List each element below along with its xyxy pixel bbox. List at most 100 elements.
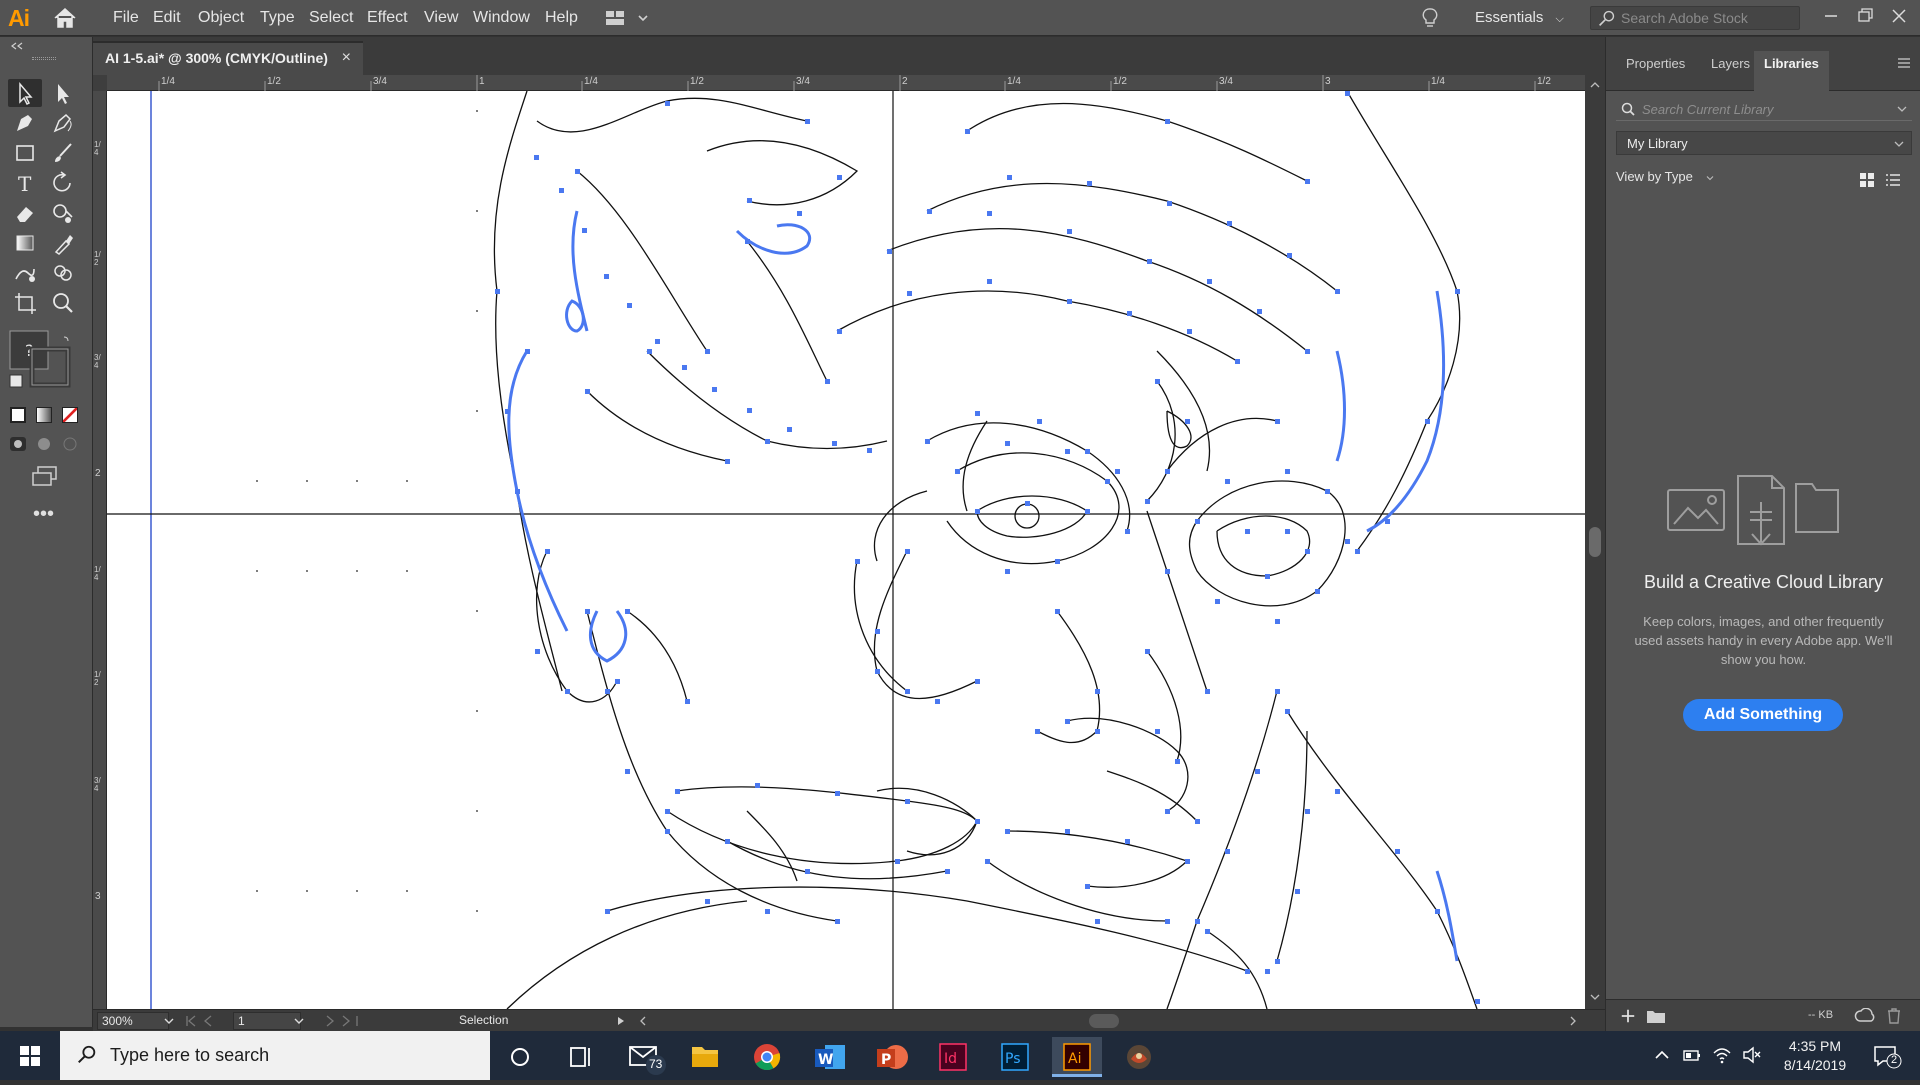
anchor-points[interactable]: [495, 91, 1480, 1004]
trash-icon[interactable]: [1886, 1007, 1902, 1025]
pen-tool-icon[interactable]: [8, 109, 42, 137]
scroll-up-icon[interactable]: [1585, 79, 1605, 91]
grid-view-icon[interactable]: [1858, 171, 1876, 189]
artboard-nav-next-icon[interactable]: [313, 1013, 363, 1029]
chrome-icon[interactable]: [742, 1037, 792, 1077]
scroll-left-icon[interactable]: [637, 1015, 649, 1027]
home-icon[interactable]: [52, 6, 78, 30]
horizontal-ruler[interactable]: 1/4 1/2 3/4 1 1/4 1/2 3/4 2 1/4 1/2 3/4 …: [107, 75, 1585, 91]
tab-libraries[interactable]: Libraries: [1754, 51, 1829, 91]
artboard-tool-icon[interactable]: [8, 289, 42, 317]
mail-icon[interactable]: 73: [620, 1037, 670, 1077]
screen-mode-icon[interactable]: [30, 465, 60, 487]
vertical-scroll-thumb[interactable]: [1589, 527, 1601, 557]
rotate-tool-icon[interactable]: [46, 169, 80, 197]
game-icon[interactable]: [1114, 1037, 1164, 1077]
menu-select[interactable]: Select: [309, 0, 353, 36]
add-something-button[interactable]: Add Something: [1683, 699, 1843, 731]
folder-icon[interactable]: [1646, 1008, 1666, 1024]
chevron-down-icon[interactable]: [1894, 101, 1910, 117]
close-window-icon[interactable]: [1886, 4, 1912, 28]
zoom-level-field[interactable]: 300%: [97, 1012, 169, 1030]
illustrator-icon[interactable]: Ai: [1052, 1037, 1102, 1077]
stock-search-box[interactable]: [1590, 6, 1800, 30]
list-view-icon[interactable]: [1884, 171, 1902, 189]
arrange-documents-icon[interactable]: [605, 8, 653, 28]
tab-layers[interactable]: Layers: [1701, 51, 1760, 91]
add-icon[interactable]: [1620, 1008, 1636, 1024]
paintbrush-tool-icon[interactable]: [46, 139, 80, 167]
artboard-dropdown-icon[interactable]: [291, 1013, 307, 1029]
zoom-dropdown-icon[interactable]: [161, 1013, 177, 1029]
stock-search-input[interactable]: [1621, 9, 1791, 27]
menu-help[interactable]: Help: [545, 0, 578, 36]
none-fill-button[interactable]: [62, 407, 78, 423]
library-search-box[interactable]: [1616, 97, 1912, 121]
menu-effect[interactable]: Effect: [367, 0, 408, 36]
library-select[interactable]: My Library: [1616, 131, 1912, 155]
library-search-input[interactable]: [1642, 99, 1882, 119]
type-tool-icon[interactable]: T: [8, 169, 42, 197]
gradient-tool-icon[interactable]: [8, 229, 42, 257]
word-icon[interactable]: W: [805, 1037, 855, 1077]
shape-builder-tool-icon[interactable]: [46, 259, 80, 287]
volume-muted-icon[interactable]: [1742, 1045, 1762, 1065]
draw-mode-icon[interactable]: [10, 435, 80, 453]
toolbar-grip[interactable]: [32, 57, 56, 60]
horizontal-scroll-thumb[interactable]: [1089, 1014, 1119, 1028]
indesign-icon[interactable]: Id: [928, 1037, 978, 1077]
menu-file[interactable]: File: [113, 0, 139, 36]
scroll-right-icon[interactable]: [1567, 1015, 1579, 1027]
zoom-tool-icon[interactable]: [46, 289, 80, 317]
show-hidden-icons-icon[interactable]: [1652, 1045, 1672, 1065]
status-menu-icon[interactable]: [615, 1015, 627, 1027]
action-center-icon[interactable]: 2: [1872, 1043, 1902, 1069]
taskbar-search-box[interactable]: Type here to search: [60, 1031, 490, 1080]
eraser-tool-icon[interactable]: [8, 199, 42, 227]
creative-cloud-sync-icon[interactable]: [1854, 1008, 1876, 1024]
artboard-canvas[interactable]: [107, 91, 1585, 1009]
vertical-ruler[interactable]: 1/4 1/2 3/4 2 1/4 1/2 3/4 3: [93, 91, 107, 1009]
panel-menu-icon[interactable]: [1896, 55, 1912, 71]
edit-toolbar-icon[interactable]: •••: [33, 503, 54, 526]
fill-stroke-widget[interactable]: ?: [8, 329, 78, 395]
menu-type[interactable]: Type: [260, 0, 295, 36]
curvature-tool-icon[interactable]: [46, 109, 80, 137]
view-by-type-dropdown[interactable]: View by Type: [1616, 169, 1716, 184]
rectangle-tool-icon[interactable]: [8, 139, 42, 167]
menu-object[interactable]: Object: [198, 0, 244, 36]
selection-tool-icon[interactable]: [8, 79, 42, 107]
wifi-icon[interactable]: [1712, 1045, 1732, 1065]
close-tab-icon[interactable]: ×: [342, 49, 351, 67]
workspace-dropdown[interactable]: Essentials ⌵: [1475, 0, 1564, 36]
menu-window[interactable]: Window: [473, 0, 530, 36]
task-view-icon[interactable]: [555, 1037, 605, 1077]
puppet-warp-tool-icon[interactable]: [46, 199, 80, 227]
gradient-fill-button[interactable]: [36, 407, 52, 423]
menu-view[interactable]: View: [424, 0, 458, 36]
cortana-icon[interactable]: [495, 1037, 545, 1077]
direct-selection-tool-icon[interactable]: [46, 79, 80, 107]
lightbulb-icon[interactable]: [1420, 6, 1440, 30]
powerpoint-icon[interactable]: P: [867, 1037, 917, 1077]
system-clock[interactable]: 4:35 PM 8/14/2019: [1770, 1037, 1860, 1075]
face-outline-artwork[interactable]: [107, 91, 1585, 1009]
ruler-origin[interactable]: [93, 75, 107, 91]
menu-edit[interactable]: Edit: [153, 0, 181, 36]
start-menu-icon[interactable]: [0, 1031, 60, 1080]
file-explorer-icon[interactable]: [680, 1037, 730, 1077]
minimize-icon[interactable]: [1818, 4, 1844, 28]
restore-icon[interactable]: [1852, 4, 1878, 28]
photoshop-icon[interactable]: Ps: [990, 1037, 1040, 1077]
collapse-panel-icon[interactable]: [8, 41, 28, 51]
color-fill-button[interactable]: [10, 407, 26, 423]
vertical-scrollbar[interactable]: [1585, 75, 1605, 1009]
selected-paths[interactable]: [507, 210, 1459, 962]
eyedropper-tool-icon[interactable]: [46, 229, 80, 257]
blend-tool-icon[interactable]: [8, 259, 42, 287]
artboard-nav-first-icon[interactable]: [181, 1013, 231, 1029]
tab-properties[interactable]: Properties: [1616, 51, 1695, 91]
battery-icon[interactable]: [1682, 1045, 1702, 1065]
document-tab[interactable]: AI 1-5.ai* @ 300% (CMYK/Outline) ×: [93, 41, 363, 75]
scroll-down-icon[interactable]: [1585, 991, 1605, 1003]
